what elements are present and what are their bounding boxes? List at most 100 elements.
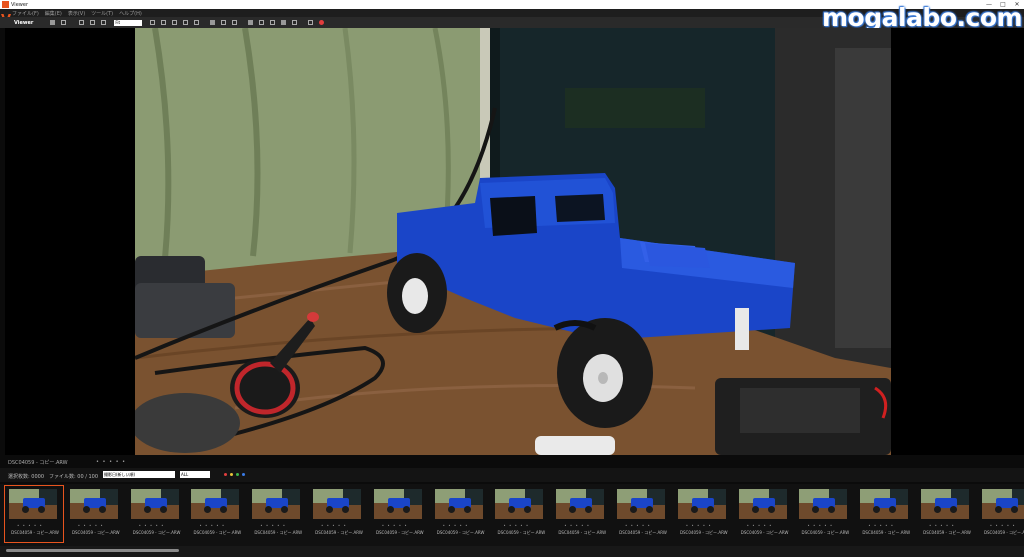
thumbnail-item[interactable]: • • • • • DSC04059 - コピー.ARW [248,486,306,542]
selection-count: 選択枚数: 0000 [8,474,44,480]
rating-stars[interactable]: • • • • • [96,459,126,465]
color-label-filters [224,473,248,476]
thumbnail-item[interactable]: • • • • • DSC04059 - コピー.ARW [66,486,124,542]
thumbnail-rating[interactable]: • • • • • [807,523,833,528]
thumbnail-image [313,489,361,519]
view-mode-label[interactable]: Viewer [14,20,33,26]
thumbnail-rating[interactable]: • • • • • [78,523,104,528]
main-photo [135,28,891,455]
thumbnail-caption: DSC04059 - コピー.ARW [619,530,667,535]
filmstrip-icon[interactable] [248,20,254,25]
thumbnail-item[interactable]: • • • • • DSC04059 - コピー.ARW [491,486,549,542]
thumbnail-item[interactable]: • • • • • DSC04059 - コピー.ARW [370,486,428,542]
color-label-red[interactable] [224,473,227,476]
thumbnail-image [799,489,848,519]
thumbnail-rating[interactable]: • • • • • [625,523,651,528]
thumbnail-caption: DSC04059 - コピー.ARW [923,530,971,535]
thumbnail-image [434,489,483,519]
thumbnail-item[interactable]: • • • • • DSC04059 - コピー.ARW [856,486,914,542]
thumbnail-rating[interactable]: • • • • • [199,523,225,528]
thumbnail-rating[interactable]: • • • • • [564,523,590,528]
window-title: Viewer [11,1,28,8]
thumbnail-caption: DSC04059 - コピー.ARW [558,530,607,535]
menu-edit[interactable]: 編集(E) [45,10,62,17]
menu-file[interactable]: ファイル(F) [12,10,39,17]
thumbnail-item[interactable]: • • • • • DSC04059 - コピー.ARW [674,486,732,542]
file-count: ファイル数: 00 / 100 [49,474,99,480]
thumbnail-rating[interactable]: • • • • • [139,523,165,528]
thumbnail-rating[interactable]: • • • • • [321,523,347,528]
thumbnail-image [373,489,422,519]
zoom-input[interactable]: Fit [114,19,143,26]
color-label-yellow[interactable] [230,473,233,476]
thumbnail-item[interactable]: • • • • • DSC04059 - コピー.ARW [4,485,64,543]
color-label-blue[interactable] [242,473,245,476]
app-icon [2,1,9,8]
record-icon[interactable] [319,20,325,25]
thumbnail-caption: DSC04059 - コピー.ARW [436,530,485,535]
thumbnail-item[interactable]: • • • • • DSC04059 - コピー.ARW [309,486,367,542]
thumbnail-image [860,489,909,519]
scrollbar-thumb[interactable] [6,549,179,552]
thumbnail-item[interactable]: • • • • • DSC04059 - コピー.ARW [795,486,853,542]
info-icon[interactable] [292,20,298,25]
thumbnail-caption: DSC04059 - コピー.ARW [193,530,242,535]
image-viewer[interactable] [5,28,1024,455]
thumbnail-image [556,489,605,519]
viewer-status-bar: DSC04059 - コピー.ARW • • • • • [0,455,1024,467]
thumbnail-item[interactable]: • • • • • DSC04059 - コピー.ARW [978,486,1024,542]
zoom-in-icon[interactable] [101,20,107,25]
grid-view-icon[interactable] [50,20,56,25]
thumbnail-image [738,489,787,519]
thumbnail-rating[interactable]: • • • • • [747,523,773,528]
menu-tools[interactable]: ツール(T) [91,10,113,17]
thumbnail-caption: DSC04059 - コピー.ARW [254,530,303,535]
thumbnail-caption: DSC04059 - コピー.ARW [315,530,363,535]
menu-view[interactable]: 表示(V) [68,10,85,17]
thumbnail-rating[interactable]: • • • • • [686,523,712,528]
flip-icon[interactable] [194,20,200,25]
color-label-green[interactable] [236,473,239,476]
image-icon[interactable] [281,20,287,25]
thumbnail-image [252,489,301,519]
thumbnail-item[interactable]: • • • • • DSC04059 - コピー.ARW [613,486,671,542]
thumbnail-caption: DSC04059 - コピー.ARW [375,530,424,535]
panel-left-icon[interactable] [210,20,216,25]
actual-size-icon[interactable] [161,20,167,25]
rotate-right-icon[interactable] [183,20,189,25]
thumbnail-item[interactable]: • • • • • DSC04059 - コピー.ARW [917,486,975,542]
thumbnail-caption: DSC04059 - コピー.ARW [497,530,546,535]
rotate-left-icon[interactable] [172,20,178,25]
mail-icon[interactable] [308,20,314,25]
strip-scrollbar[interactable] [0,546,1024,557]
zoom-out-icon[interactable] [90,20,96,25]
panel-right-icon[interactable] [221,20,227,25]
compare-icon[interactable] [61,20,67,25]
fullscreen-icon[interactable] [259,20,265,25]
menu-help[interactable]: ヘルプ(H) [119,10,142,17]
thumbnail-rating[interactable]: • • • • • [868,523,894,528]
thumbnail-caption: DSC04059 - コピー.ARW [679,530,728,535]
thumbnail-item[interactable]: • • • • • DSC04059 - コピー.ARW [187,486,245,542]
thumbnail-caption: DSC04059 - コピー.ARW [11,530,59,535]
thumbnail-toolbar: 選択枚数: 0000 ファイル数: 00 / 100 撮影日(新しい順) ALL [0,468,1024,482]
current-filename: DSC04059 - コピー.ARW [8,460,68,466]
list-icon[interactable] [232,20,238,25]
thumbnail-rating[interactable]: • • • • • [443,523,469,528]
fit-icon[interactable] [150,20,156,25]
thumbnail-item[interactable]: • • • • • DSC04059 - コピー.ARW [431,486,489,542]
thumbnail-item[interactable]: • • • • • DSC04059 - コピー.ARW [552,486,610,542]
thumbnail-rating[interactable]: • • • • • [382,523,408,528]
thumbnail-rating[interactable]: • • • • • [17,523,43,528]
thumbnail-rating[interactable]: • • • • • [503,523,529,528]
thumbnail-image [130,489,179,519]
thumbnail-item[interactable]: • • • • • DSC04059 - コピー.ARW [735,486,793,542]
sort-select[interactable]: 撮影日(新しい順) [103,471,175,478]
filter-select[interactable]: ALL [180,471,210,478]
thumbnail-rating[interactable]: • • • • • [990,523,1016,528]
thumbnail-rating[interactable]: • • • • • [929,523,955,528]
camera-icon[interactable] [79,20,85,25]
thumbnail-rating[interactable]: • • • • • [260,523,286,528]
histogram-icon[interactable] [270,20,276,25]
thumbnail-item[interactable]: • • • • • DSC04059 - コピー.ARW [127,486,185,542]
